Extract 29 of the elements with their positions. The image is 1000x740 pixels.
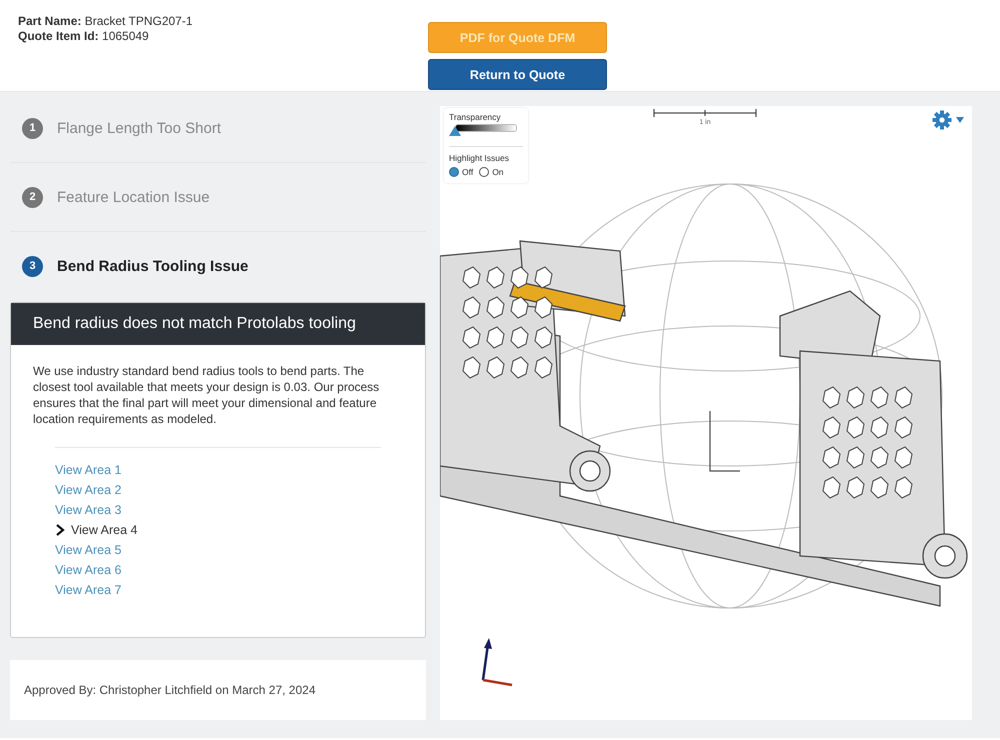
quote-item-id: Quote Item Id: 1065049 [18,29,150,44]
step-number: 1 [22,118,43,138]
issue-item[interactable]: 1 Flange Length Too Short [10,94,426,163]
step-number: 3 [22,256,43,276]
card-title: Bend radius does not match Protolabs tooling [11,303,425,345]
issue-item[interactable]: 2 Feature Location Issue [10,163,426,232]
issue-item[interactable]: 3 Bend Radius Tooling Issue [10,232,426,300]
view-area-link[interactable]: View Area 5 [55,542,425,558]
slider-thumb[interactable] [449,126,461,136]
view-area-link[interactable]: View Area 2 [55,482,425,498]
part-name: Part Name: Bracket TPNG207-1 [18,14,194,29]
highlight-radio[interactable]: On [479,167,504,177]
issue-title: Flange Length Too Short [57,120,222,136]
highlight-radio[interactable]: Off [449,167,474,177]
highlight-label: Highlight Issues [449,153,510,163]
transparency-label: Transparency [449,112,502,122]
view-area-link[interactable]: View Area 7 [55,582,425,598]
view-area-link[interactable]: View Area 6 [55,562,425,578]
return-button[interactable]: Return to Quote [428,59,607,90]
chevron-icon [55,524,65,536]
step-number: 2 [22,186,43,208]
view-area-link[interactable]: View Area 1 [55,462,425,478]
issue-title: Bend Radius Tooling Issue [57,258,248,274]
issue-description: We use industry standard bend radius tools to bend parts. The closest tool available that meets your design is 0.03. Our process ensures that the final part will meet your dimensional and feature location requirements as modeled. [32,363,380,428]
view-area-link[interactable]: View Area 4 [55,522,425,538]
issue-title: Feature Location Issue [57,188,210,206]
approval-text: Approved By: Christopher Litchfield on March 27, 2024 [10,660,426,720]
settings-icon[interactable] [932,110,966,130]
view-area-link[interactable]: View Area 3 [55,502,425,518]
